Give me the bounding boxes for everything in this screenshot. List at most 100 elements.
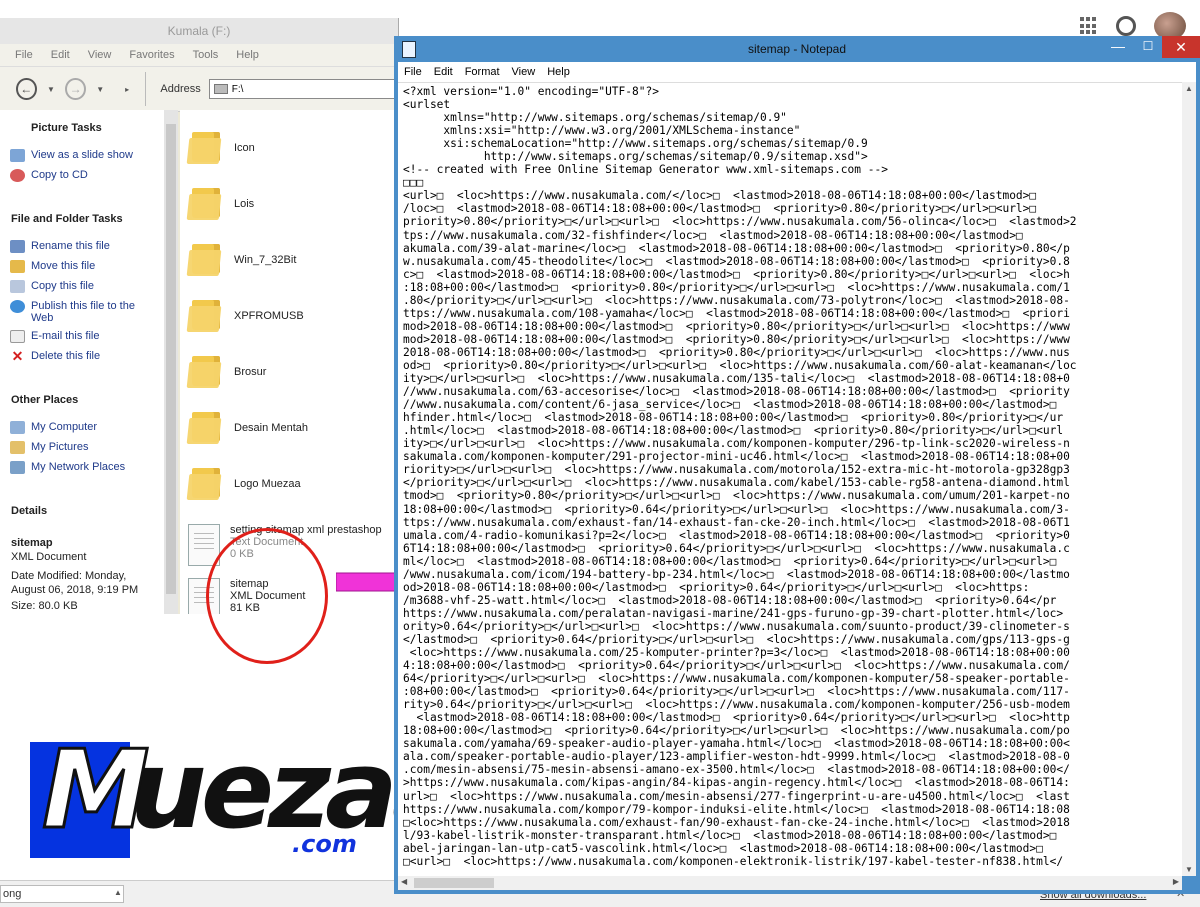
explorer-window: Kumala (F:) File Edit View Favorites Too… [0, 18, 399, 614]
close-icon[interactable]: ✕ [1162, 36, 1200, 58]
forward-dropdown-icon[interactable]: ▼ [94, 85, 107, 94]
place-my-computer[interactable]: My Computer [10, 421, 97, 434]
logo-suffix: .com [292, 830, 357, 858]
task-move[interactable]: Move this file [10, 260, 95, 273]
notepad-line: <urlset [403, 98, 451, 112]
notepad-line: 64</priority>□</url>□<url>□ <loc>https:/… [403, 672, 1070, 686]
np-menu-view[interactable]: View [512, 66, 536, 78]
folder-item[interactable]: Lois [188, 188, 254, 220]
horizontal-scroll-thumb[interactable] [414, 878, 494, 888]
task-publish[interactable]: Publish this file to the Web [10, 300, 135, 324]
back-arrow-icon[interactable]: ← [16, 78, 37, 100]
place-my-pictures[interactable]: My Pictures [10, 441, 88, 454]
maximize-icon[interactable]: ☐ [1134, 36, 1162, 56]
np-menu-format[interactable]: Format [465, 66, 500, 78]
toolbar-more-icon[interactable]: ▸ [121, 85, 134, 94]
notepad-line: ttps://www.nusakumala.com/exhaust-fan/14… [403, 515, 1070, 529]
notepad-line: umala.com/4-radio-komunikasi?p=2</loc>□ … [403, 528, 1070, 542]
back-dropdown-icon[interactable]: ▼ [45, 85, 58, 94]
scroll-up-icon[interactable]: ▲ [1185, 84, 1193, 93]
menu-file[interactable]: File [15, 49, 33, 61]
notepad-line: /m3688-vhf-25-watt.html</loc>□ <lastmod>… [403, 593, 1057, 607]
notepad-line: hfinder.html</loc>□ <lastmod>2018-08-06T… [403, 411, 1064, 425]
download-item[interactable]: ong [0, 885, 124, 903]
np-menu-file[interactable]: File [404, 66, 422, 78]
notepad-line: c>□ <lastmod>2018-08-06T14:18:08+00:00</… [403, 267, 1070, 281]
other-places-title: Other Places [11, 394, 79, 406]
details-type: XML Document [11, 551, 87, 563]
scroll-thumb[interactable] [166, 124, 176, 594]
notepad-line: <lastmod>2018-08-06T14:18:08+00:00</last… [416, 711, 1070, 725]
menu-edit[interactable]: Edit [51, 49, 70, 61]
task-slide-show[interactable]: View as a slide show [10, 149, 133, 162]
folder-icon [188, 300, 224, 332]
drive-icon [213, 84, 228, 94]
folder-item[interactable]: XPFROMUSB [188, 300, 304, 332]
notepad-line: //www.nusakumala.com/content/6-jasa_serv… [403, 398, 1057, 412]
explorer-toolbar: ← ▼ → ▼ ▸ Address F:\ [0, 67, 398, 112]
address-input[interactable]: F:\ [208, 79, 398, 99]
folder-icon [188, 188, 224, 220]
notepad-line: l/93-kabel-listrik-monster-transparant.h… [403, 828, 1057, 842]
folder-item[interactable]: Win_7_32Bit [188, 244, 296, 276]
notepad-line: 2018-08-06T14:18:08+00:00</lastmod>□ <pr… [403, 345, 1070, 359]
task-pane-scrollbar[interactable] [164, 110, 178, 614]
task-copy-to-cd[interactable]: Copy to CD [10, 169, 88, 182]
folder-item[interactable]: Brosur [188, 356, 266, 388]
notepad-vertical-scrollbar[interactable]: ▲ ▼ [1182, 82, 1196, 876]
notepad-line: tps://www.nusakumala.com/32-fishfinder</… [403, 228, 1023, 242]
task-delete[interactable]: ✕ Delete this file [10, 349, 100, 363]
notepad-line: w.nusakumala.com/45-theodolite</loc>□ <l… [403, 254, 1070, 268]
account-icon[interactable] [1116, 16, 1136, 36]
apps-grid-icon[interactable] [1080, 17, 1098, 35]
np-menu-edit[interactable]: Edit [434, 66, 453, 78]
notepad-title: sitemap - Notepad [747, 42, 847, 56]
notepad-line: abel-jaringan-lan-utp-cat5-vascolink.htm… [403, 841, 1043, 855]
scroll-right-icon[interactable]: ▶ [1173, 877, 1179, 886]
computer-icon [10, 421, 25, 434]
notepad-line: //www.nusakumala.com/63-accesorise</loc>… [403, 385, 1070, 399]
details-modified-1: Date Modified: Monday, [11, 570, 127, 582]
globe-icon [10, 300, 25, 313]
place-my-network[interactable]: My Network Places [10, 461, 125, 474]
notepad-line: akumala.com/39-alat-marine</loc>□ <lastm… [403, 241, 1070, 255]
notepad-horizontal-scrollbar[interactable]: ◀ ▶ [398, 876, 1182, 890]
picture-tasks-title: Picture Tasks [31, 122, 102, 134]
address-label: Address [160, 83, 201, 95]
notepad-line: .80</priority>□</url>□<url>□ <loc>https:… [403, 293, 1070, 307]
folder-icon [188, 356, 224, 388]
notepad-line: xsi:schemaLocation="http://www.sitemaps.… [443, 137, 868, 151]
notepad-menubar: File Edit Format View Help [398, 62, 1196, 82]
folder-icon [188, 244, 224, 276]
folder-item[interactable]: Desain Mentah [188, 412, 308, 444]
notepad-line: sakumala.com/komponen-komputer/291-proje… [403, 450, 1070, 464]
folder-item[interactable]: Icon [188, 132, 255, 164]
minimize-icon[interactable]: — [1104, 36, 1132, 56]
task-rename[interactable]: Rename this file [10, 240, 110, 253]
forward-arrow-icon[interactable]: → [65, 78, 86, 100]
menu-view[interactable]: View [88, 49, 112, 61]
scroll-down-icon[interactable]: ▼ [1185, 865, 1193, 874]
folder-item[interactable]: Logo Muezaa [188, 468, 301, 500]
menu-help[interactable]: Help [236, 49, 259, 61]
muezaa-logo: M uezaa .com [28, 727, 465, 860]
task-copy[interactable]: Copy this file [10, 280, 94, 293]
np-menu-help[interactable]: Help [547, 66, 570, 78]
scroll-left-icon[interactable]: ◀ [401, 877, 407, 886]
notepad-line: .html</loc>□ <lastmod>2018-08-06T14:18:0… [403, 424, 1064, 438]
menu-tools[interactable]: Tools [193, 49, 219, 61]
notepad-line: tmod>□ <priority>0.80</priority>□</url>□… [403, 489, 1070, 503]
notepad-text-area[interactable]: <?xml version="1.0" encoding="UTF-8"?> <… [398, 82, 1182, 877]
slideshow-icon [10, 149, 25, 162]
notepad-line: >https://www.nusakumala.com/kipas-angin/… [403, 776, 1070, 790]
notepad-line: https://www.nusakumala.com/peralatan-nav… [403, 606, 1064, 620]
download-caret-icon[interactable]: ▲ [114, 888, 122, 897]
move-icon [10, 260, 25, 273]
cd-icon [10, 169, 25, 182]
notepad-line: https://www.nusakumala.com/kompor/79-kom… [403, 802, 1070, 816]
notepad-line: sakumala.com/yamaha/69-speaker-audio-pla… [403, 737, 1070, 751]
pictures-folder-icon [10, 441, 25, 454]
network-icon [10, 461, 25, 474]
menu-favorites[interactable]: Favorites [129, 49, 174, 61]
task-email[interactable]: E-mail this file [10, 330, 99, 343]
